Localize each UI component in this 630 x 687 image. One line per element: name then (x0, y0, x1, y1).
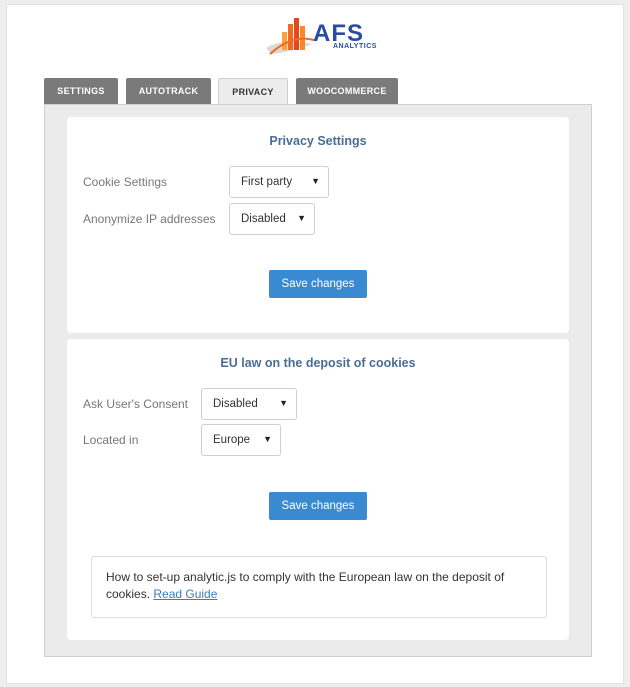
tab-settings[interactable]: SETTINGS (44, 78, 118, 104)
dropdown-arrow-icon: ▼ (279, 398, 288, 408)
select-value: Europe (213, 434, 251, 446)
ask-consent-select[interactable]: Disabled ▼ (201, 388, 297, 420)
dropdown-arrow-icon: ▼ (297, 213, 306, 223)
anonymize-ip-select[interactable]: Disabled ▼ (229, 203, 315, 235)
select-value: First party (241, 176, 293, 188)
panel-title: Privacy Settings (269, 134, 367, 148)
tab-content: Privacy Settings Cookie Settings First p… (44, 104, 592, 657)
dropdown-arrow-icon: ▼ (311, 176, 320, 186)
located-in-label: Located in (83, 433, 139, 447)
anonymize-ip-label: Anonymize IP addresses (83, 212, 216, 226)
tab-privacy[interactable]: PRIVACY (218, 78, 288, 105)
panel-title: EU law on the deposit of cookies (220, 356, 416, 370)
located-in-select[interactable]: Europe ▼ (201, 424, 281, 456)
cookie-settings-select[interactable]: First party ▼ (229, 166, 329, 198)
logo-subtext: ANALYTICS (333, 43, 377, 50)
save-privacy-button[interactable]: Save changes (269, 270, 367, 298)
privacy-settings-panel: Privacy Settings Cookie Settings First p… (67, 117, 569, 333)
read-guide-link[interactable]: Read Guide (153, 587, 217, 601)
tab-autotrack[interactable]: AUTOTRACK (126, 78, 211, 104)
dropdown-arrow-icon: ▼ (263, 434, 272, 444)
ask-consent-label: Ask User's Consent (83, 397, 188, 411)
save-eu-law-button[interactable]: Save changes (269, 492, 367, 520)
guide-info-box: How to set-up analytic.js to comply with… (91, 556, 547, 618)
select-value: Disabled (213, 398, 258, 410)
eu-law-panel: EU law on the deposit of cookies Ask Use… (67, 339, 569, 640)
select-value: Disabled (241, 213, 286, 225)
cookie-settings-label: Cookie Settings (83, 175, 168, 189)
tab-woocommerce[interactable]: WOOCOMMERCE (296, 78, 398, 104)
